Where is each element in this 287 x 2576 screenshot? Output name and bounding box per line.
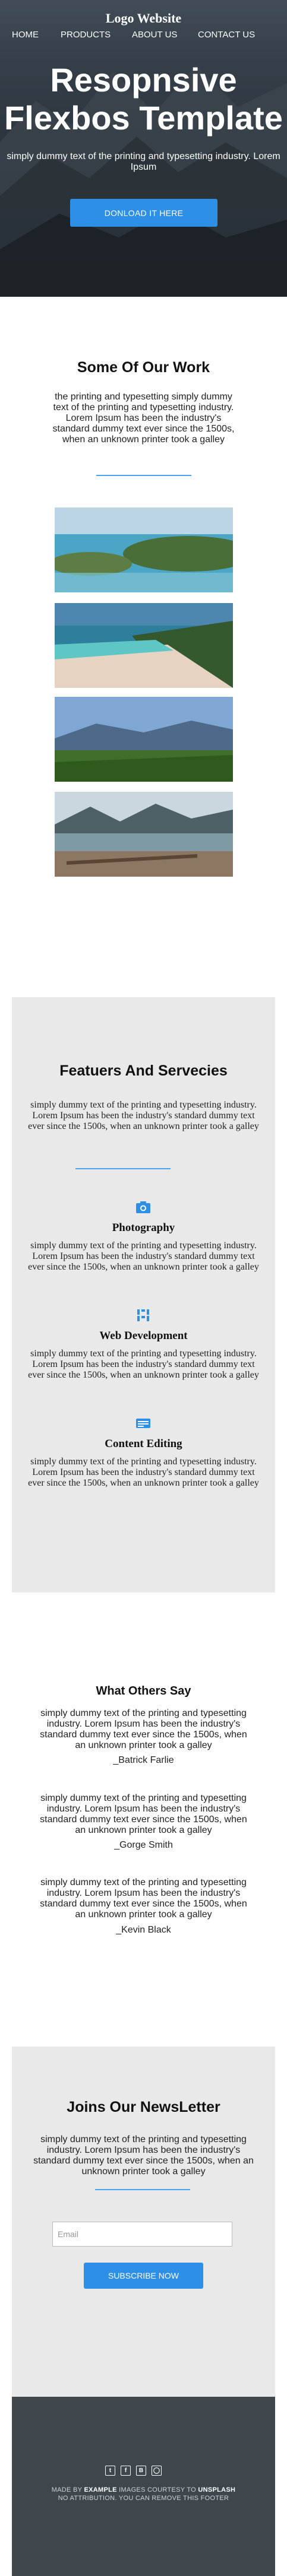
footer: t f B ◯ MADE BY EXAMPLE IMAGES COURTESY … [12, 2397, 275, 2576]
feature-text-photography: simply dummy text of the printing and ty… [28, 1241, 259, 1272]
island-lake-photo[interactable] [55, 507, 233, 592]
features-intro: simply dummy text of the printing and ty… [28, 1100, 259, 1131]
hero-section: Logo Website HOME PRODUCTS ABOUT US CONT… [0, 0, 287, 297]
work-description: the printing and typesetting simply dumm… [52, 392, 235, 445]
twitter-icon[interactable]: t [105, 2466, 115, 2476]
feature-text-web-development: simply dummy text of the printing and ty… [28, 1349, 259, 1380]
feature-text-content-editing: simply dummy text of the printing and ty… [28, 1457, 259, 1488]
feature-title-photography: Photography [112, 1222, 175, 1234]
testimonial-author: _Gorge Smith [114, 1840, 173, 1850]
features-title: Featuers And Servecies [59, 1062, 228, 1079]
edit-icon [135, 1416, 151, 1430]
instagram-icon[interactable]: ◯ [152, 2466, 162, 2476]
newsletter-divider [95, 2189, 190, 2190]
download-button[interactable]: DONLOAD IT HERE [70, 199, 217, 227]
testimonial-author: _Kevin Black [116, 1925, 171, 1935]
features-divider [75, 1168, 171, 1169]
testimonial-quote: simply dummy text of the printing and ty… [40, 1877, 247, 1920]
testimonial-quote: simply dummy text of the printing and ty… [40, 1793, 247, 1835]
facebook-icon[interactable]: f [121, 2466, 131, 2476]
nav-products[interactable]: PRODUCTS [61, 30, 111, 40]
hero-title: Resopnsive Flexbos Template [0, 61, 287, 137]
credit-note: NO ATTRIBUTION. YOU CAN REMOVE THIS FOOT… [58, 2495, 229, 2502]
nav-about-us[interactable]: ABOUT US [132, 30, 177, 40]
hero-title-line2: Flexbos Template [4, 99, 283, 137]
mountain-valley-photo[interactable] [55, 697, 233, 782]
testimonial-author: _Batrick Farlie [113, 1755, 174, 1765]
testimonial-quote: simply dummy text of the printing and ty… [40, 1708, 247, 1750]
behance-icon[interactable]: B [136, 2466, 146, 2476]
newsletter-section: Joins Our NewsLetter simply dummy text o… [12, 2047, 275, 2397]
social-links: t f B ◯ [105, 2466, 162, 2476]
footer-credit: MADE BY EXAMPLE IMAGES COURTESY TO UNSPL… [12, 2486, 275, 2502]
feature-title-content-editing: Content Editing [105, 1438, 182, 1450]
email-field[interactable] [52, 2222, 232, 2247]
newsletter-title: Joins Our NewsLetter [67, 2099, 220, 2115]
testimonials-title: What Others Say [96, 1684, 191, 1698]
camera-icon [135, 1200, 151, 1214]
site-logo[interactable]: Logo Website [0, 11, 287, 26]
feature-title-web-development: Web Development [99, 1330, 188, 1342]
work-divider [96, 475, 191, 476]
code-icon [135, 1308, 151, 1322]
work-title: Some Of Our Work [77, 359, 210, 376]
nav-contact-us[interactable]: CONTACT US [198, 30, 255, 40]
driftwood-lake-photo[interactable] [55, 792, 233, 877]
hero-tagline: simply dummy text of the printing and ty… [7, 151, 280, 172]
tropical-beach-photo[interactable] [55, 603, 233, 688]
subscribe-button[interactable]: SUBSCRIBE NOW [84, 2263, 203, 2289]
credit-prefix: MADE BY [51, 2486, 83, 2493]
newsletter-description: simply dummy text of the printing and ty… [33, 2134, 254, 2177]
credit-brand-link[interactable]: EXAMPLE [84, 2486, 116, 2493]
credit-mid: IMAGES COURTESY TO [119, 2486, 197, 2493]
hero-title-line1: Resopnsive [50, 61, 237, 99]
nav-home[interactable]: HOME [12, 30, 39, 40]
features-section: Featuers And Servecies simply dummy text… [12, 997, 275, 1592]
credit-source-link[interactable]: UNSPLASH [198, 2486, 235, 2493]
